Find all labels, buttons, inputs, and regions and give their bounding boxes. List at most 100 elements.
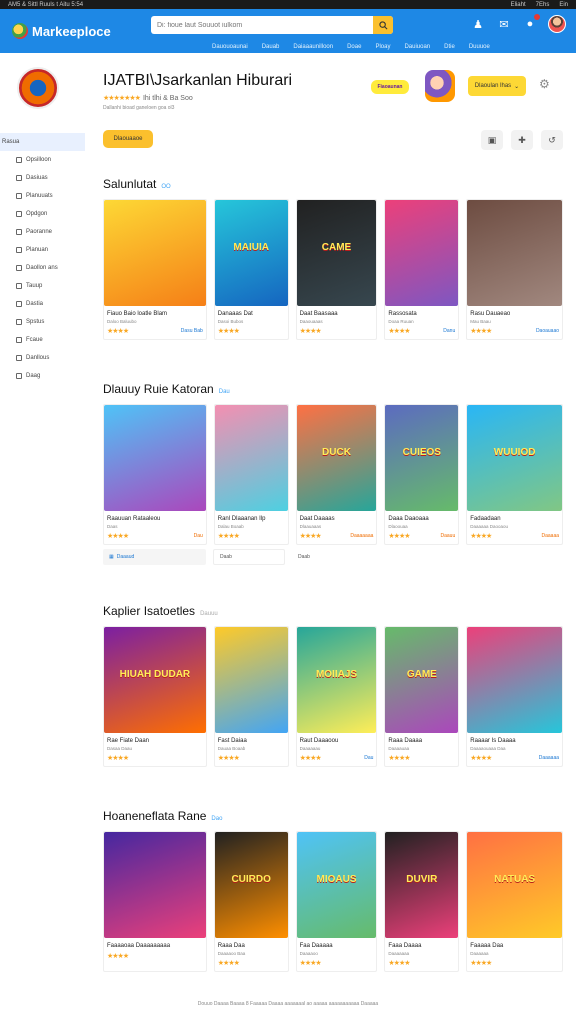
game-card[interactable]: Rassosata Doaa Ruuan ★★★★ Danu <box>384 199 460 340</box>
game-card[interactable]: MOIIAJS Raut Daaaoou Daaaaaau ★★★★ Dau <box>295 626 378 767</box>
rating-stars-icon: ★★★★ <box>470 960 492 967</box>
add-icon[interactable]: ✚ <box>511 130 533 150</box>
game-card[interactable]: Raauuan Rataaleou Daas ★★★★ Dau <box>103 404 207 545</box>
game-thumbnail <box>214 627 288 733</box>
card-title: Faaa Daaaa <box>388 943 422 949</box>
section-title-text: Hoaneneflata Rane <box>103 809 207 823</box>
status-item: 7Ehs <box>535 1 550 8</box>
chip[interactable]: Daab <box>292 549 364 565</box>
sidebar-item[interactable]: Danllous <box>0 349 90 367</box>
game-card[interactable]: Fiauo Baio loatle Blam Daloo Baluubo ★★★★ D… <box>103 199 207 340</box>
copy-icon[interactable]: ▣ <box>481 130 503 150</box>
thumbnail-title: CUIRDO <box>231 874 271 886</box>
game-card[interactable]: DUCK Daat Daaaas Dlaauaaas ★★★★ Daaaaaaa <box>295 404 378 545</box>
cta-button[interactable]: Dlaoulan lhas ⌄ <box>468 76 526 96</box>
game-card[interactable]: Faaaaoaa Daaaaaaaaa ★★★★ <box>103 831 207 972</box>
card-meta: ★★★★ Dau <box>300 754 374 762</box>
rating-stars-icon: ★★★★ <box>217 755 240 762</box>
sidebar-item[interactable]: Daollon ans <box>0 259 90 277</box>
sidebar-item[interactable]: Spstus <box>0 313 90 331</box>
install-button[interactable]: Dlaouaaoe <box>103 130 153 148</box>
game-card[interactable]: Ranl Dlaaanan Ilp Dalau Boaab ★★★★ <box>213 404 289 545</box>
sidebar-item[interactable]: Daag <box>0 367 90 385</box>
section-3: Hoaneneflata Rane Dao Faaaaoaa Daaaaaaaa… <box>103 809 564 972</box>
chip[interactable]: ▦ Daaaud <box>103 549 206 565</box>
category-icon <box>16 283 22 289</box>
thumbnail-title: DUCK <box>322 447 351 459</box>
game-thumbnail <box>467 627 563 733</box>
chip[interactable]: Daab <box>213 549 285 565</box>
sidebar-item[interactable]: Dasiuas <box>0 169 90 187</box>
sidebar-item-label: Paoranne <box>26 229 53 235</box>
nav-item[interactable]: Ploay <box>375 44 390 55</box>
card-price: Daoauaao <box>535 328 560 334</box>
card-meta: ★★★★ Daoauaao <box>470 327 559 335</box>
game-card[interactable]: GAME Raaa Daaaa Daaaauaa ★★★★ <box>384 626 460 767</box>
search-button[interactable] <box>373 16 393 34</box>
chip-label: Daab <box>220 554 232 560</box>
category-icon <box>16 373 22 379</box>
community-icon[interactable]: ♟ <box>470 16 486 32</box>
notifications-icon[interactable]: ● <box>522 14 540 32</box>
game-card[interactable]: CAME Daat Baasaaa Daaouaaas ★★★★ <box>295 199 378 340</box>
cart-icon[interactable]: ⚙ <box>539 77 555 93</box>
game-card[interactable]: Raaaar Is Daaaa Daaaaouaaa Daa ★★★★ Daaaaaa <box>466 626 564 767</box>
sidebar: Rasua Opsilloon Dasiuas Planuuats Opdgon Paor… <box>0 55 90 425</box>
card-title: Ranl Dlaaanan Ilp <box>217 516 266 522</box>
card-meta: ★★★★ <box>218 959 285 967</box>
card-subtitle: Daaaaoo Baa <box>217 951 246 956</box>
refresh-icon[interactable]: ↺ <box>541 130 563 150</box>
sidebar-item-label: Planuuats <box>26 193 53 199</box>
sidebar-item[interactable]: Rasua <box>0 133 85 151</box>
nav-item[interactable]: Dauouoaunai <box>212 44 248 55</box>
sidebar-item[interactable]: Opsilloon <box>0 151 90 169</box>
nav-item[interactable]: Daiaaaunilloon <box>293 44 333 55</box>
game-card[interactable]: CUIRDO Raaa Daa Daaaaoo Baa ★★★★ <box>213 831 289 972</box>
sidebar-item[interactable]: Dastia <box>0 295 90 313</box>
chevron-down-icon: ⌄ <box>514 83 520 90</box>
rating-stars-icon: ★★★★ <box>107 328 129 335</box>
nav-item[interactable]: Doae <box>347 44 361 55</box>
game-card[interactable]: MAIUIA Danaaas Dat Dasoi Bubos ★★★★ <box>213 199 289 340</box>
game-card[interactable]: Rasu Dauaeao Mau Baau ★★★★ Daoauaao <box>466 199 564 340</box>
sidebar-item[interactable]: Opdgon <box>0 205 90 223</box>
game-card[interactable]: CUIEOS Daaa Daaoaaa Dlaoouaa ★★★★ Daauu <box>384 404 460 545</box>
avatar[interactable] <box>548 15 566 33</box>
nav-item[interactable]: Dauab <box>262 44 280 55</box>
filter-chips: ▦ Daaaud Daab Daab <box>103 549 563 565</box>
game-card[interactable]: MIOAUS Faa Daaaaa Daaaaoo ★★★★ <box>295 831 378 972</box>
sidebar-item[interactable]: Planuuats <box>0 187 90 205</box>
game-card[interactable]: WUUIOD Fadaadaan Daaaaaa Daooaou ★★★★ Daaaaa <box>466 404 564 545</box>
card-price: Daaaaa <box>541 533 560 539</box>
card-meta: ★★★★ <box>107 952 203 960</box>
game-card[interactable]: DUVIR Faaa Daaaa Daaaaaaa ★★★★ <box>384 831 460 972</box>
nav-item[interactable]: Dauiuoan <box>404 44 430 55</box>
promo-badge[interactable]: Fiaoaunan <box>371 80 409 94</box>
sidebar-item[interactable]: Fcaue <box>0 331 90 349</box>
card-subtitle: Daaaauaa <box>388 746 410 751</box>
card-title: Raaaar Is Daaaa <box>470 738 516 744</box>
card-title: Raut Daaaoou <box>299 738 339 744</box>
game-card[interactable]: Fast Daiaa Dauaa Boaab ★★★★ <box>213 626 289 767</box>
sidebar-item[interactable]: Planuan <box>0 241 90 259</box>
game-card[interactable]: HIUAH DUDAR Rae Fiate Daan Dasaa Daau ★★★★ <box>103 626 207 767</box>
sidebar-item[interactable]: Tauup <box>0 277 90 295</box>
brand-logo[interactable]: Markeeploce <box>12 23 144 39</box>
nav-item-active[interactable]: Duuuoe <box>468 44 490 55</box>
search-input[interactable] <box>151 21 373 29</box>
see-all-link[interactable]: Dau <box>219 389 230 395</box>
see-all-link[interactable]: Dauuu <box>200 611 218 617</box>
see-all-link[interactable]: OO <box>161 184 170 190</box>
nav-item[interactable]: Dtie <box>444 44 455 55</box>
see-all-link[interactable]: Dao <box>211 816 222 822</box>
game-thumbnail: DUCK <box>296 405 377 511</box>
sidebar-item[interactable]: Paoranne <box>0 223 90 241</box>
game-card[interactable]: NATUAS Faaaaa Daa Daaaaaa ★★★★ <box>466 831 564 972</box>
card-meta: ★★★★ Daaaaaa <box>470 754 559 762</box>
card-subtitle: Daaaaoo <box>299 951 318 956</box>
card-title: Rae Fiate Daan <box>107 738 150 744</box>
messages-icon[interactable]: ✉ <box>496 16 512 32</box>
status-item: Eliaht <box>510 1 526 8</box>
card-subtitle: Daaaaaa <box>470 951 489 956</box>
app-subtitle: Dallanhi bioad ganeloen goa ol3 <box>103 105 175 111</box>
